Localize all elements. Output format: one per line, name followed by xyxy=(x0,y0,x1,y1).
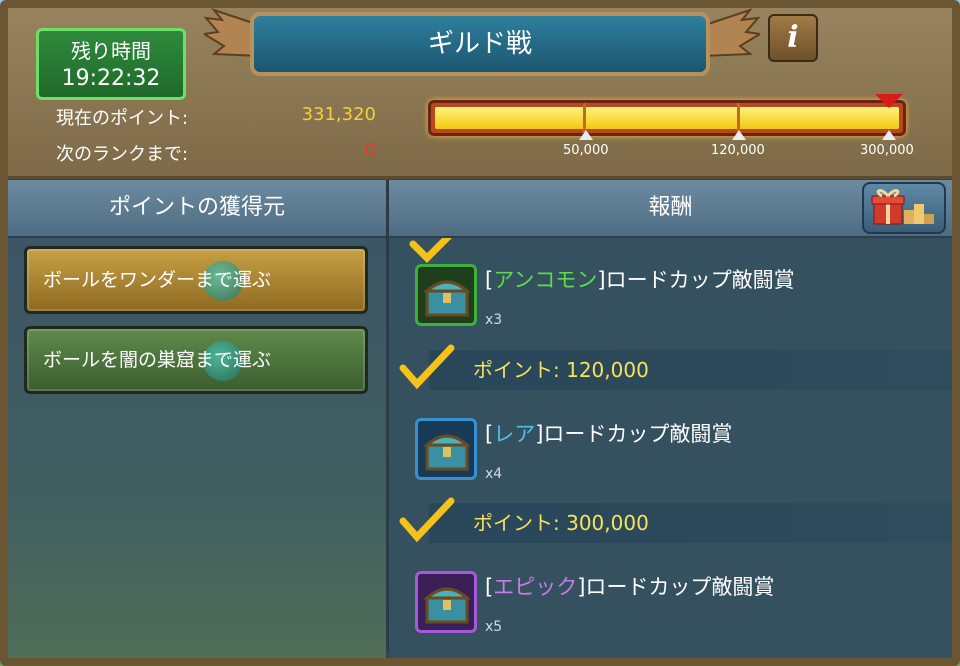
milestone-label: 120,000 xyxy=(711,143,765,158)
points-threshold: ポイント: 120,000 xyxy=(429,350,952,390)
source-carry-ball-darknest[interactable]: ボールを闇の巣窟まで運ぶ xyxy=(24,326,368,394)
next-rank-value: 0 xyxy=(364,140,376,161)
milestone-marker xyxy=(579,130,593,140)
milestone-label: 50,000 xyxy=(563,143,609,158)
rank-progress-bar xyxy=(428,100,906,136)
check-icon xyxy=(399,497,455,543)
current-position-flag-icon xyxy=(875,94,903,108)
milestone-marker xyxy=(732,130,746,140)
source-carry-ball-wonder[interactable]: ボールをワンダーまで運ぶ xyxy=(24,246,368,314)
current-points-value: 331,320 xyxy=(301,104,376,125)
rank-rewards-button[interactable] xyxy=(862,182,946,234)
gift-icon xyxy=(871,189,934,225)
next-rank-label: 次のランクまで: xyxy=(56,144,189,165)
time-remaining-value: 19:22:32 xyxy=(61,66,161,91)
reward-title: ロードカップ敵闘賞 xyxy=(543,422,733,446)
reward-rarity: アンコモン xyxy=(493,268,598,292)
progress-segment-divider xyxy=(583,103,586,133)
milestone-marker xyxy=(882,130,896,140)
sources-header: ポイントの獲得元 xyxy=(8,180,386,238)
points-threshold: ポイント: 300,000 xyxy=(429,503,952,543)
milestone-label: 300,000 xyxy=(860,143,914,158)
reward-item: [エピック]ロードカップ敵闘賞 x5 xyxy=(389,545,952,658)
progress-fill xyxy=(435,107,899,129)
source-label: ボールをワンダーまで運ぶ xyxy=(43,269,272,291)
time-remaining-label: 残り時間 xyxy=(71,39,151,63)
time-remaining-box: 残り時間 19:22:32 xyxy=(36,28,186,100)
info-button[interactable]: i xyxy=(768,14,818,62)
reward-quantity: x5 xyxy=(485,619,503,635)
epic-chest-icon xyxy=(415,571,477,633)
reward-quantity: x4 xyxy=(485,466,503,482)
source-label: ボールを闇の巣窟まで運ぶ xyxy=(43,349,272,371)
reward-title: ロードカップ敵闘賞 xyxy=(585,575,775,599)
reward-name: [アンコモン]ロードカップ敵闘賞 xyxy=(485,268,795,292)
reward-name: [エピック]ロードカップ敵闘賞 xyxy=(485,575,775,599)
page-title: ギルド戦 xyxy=(250,12,710,76)
reward-rarity: エピック xyxy=(493,575,578,599)
uncommon-chest-icon xyxy=(415,264,477,326)
current-points-label: 現在のポイント: xyxy=(56,108,189,129)
reward-name: [レア]ロードカップ敵闘賞 xyxy=(485,422,733,446)
reward-rarity: レア xyxy=(493,422,536,446)
check-icon xyxy=(399,344,455,390)
rare-chest-icon xyxy=(415,418,477,480)
reward-quantity: x3 xyxy=(485,312,503,328)
rewards-list[interactable]: [アンコモン]ロードカップ敵闘賞 x3 ポイント: 120,000 [レア]ロー… xyxy=(389,238,952,658)
progress-segment-divider xyxy=(737,103,740,133)
reward-title: ロードカップ敵闘賞 xyxy=(605,268,795,292)
